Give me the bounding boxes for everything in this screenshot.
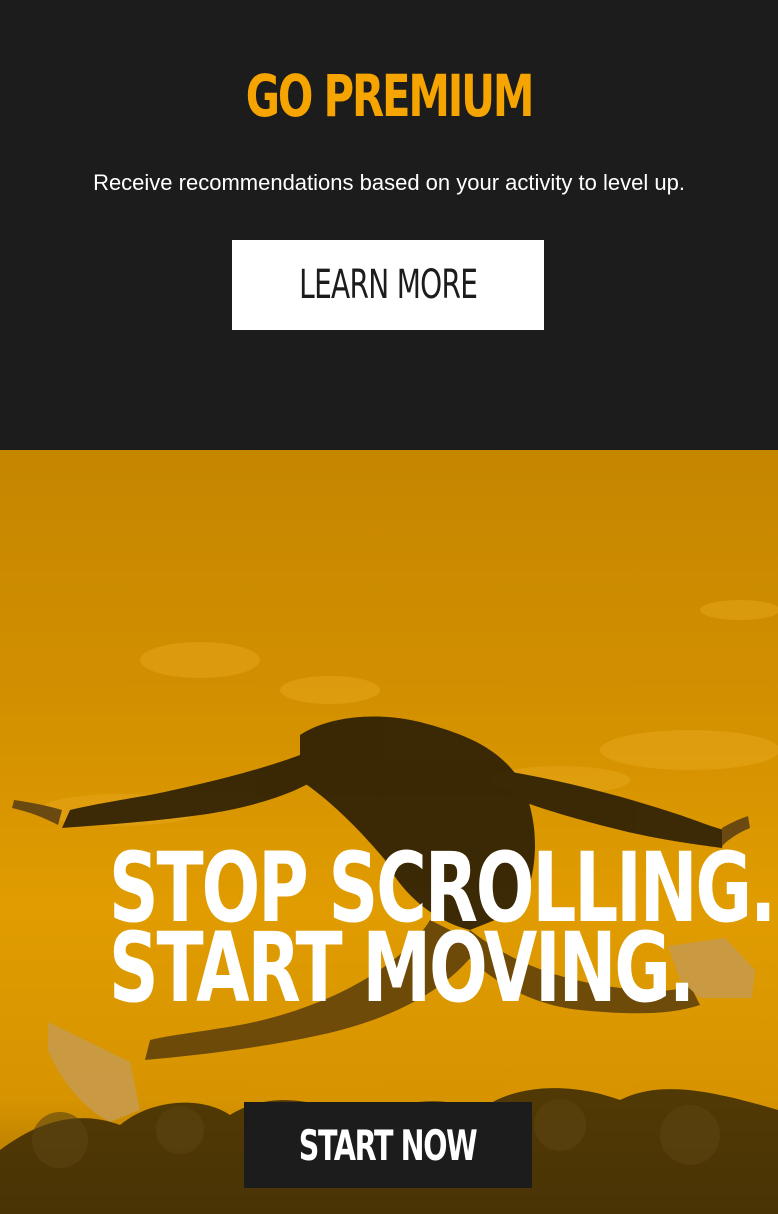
hero-headline: STOP SCROLLING. START MOVING. bbox=[0, 840, 778, 1024]
learn-more-label: LEARN MORE bbox=[298, 262, 478, 308]
start-now-label: START NOW bbox=[299, 1120, 478, 1170]
premium-section: GO PREMIUM Receive recommendations based… bbox=[0, 0, 778, 450]
headline-line-2: START MOVING. bbox=[108, 912, 695, 1024]
learn-more-button[interactable]: LEARN MORE bbox=[232, 240, 544, 330]
start-now-button[interactable]: START NOW bbox=[244, 1102, 532, 1188]
premium-title: GO PREMIUM bbox=[245, 62, 535, 130]
premium-description: Receive recommendations based on your ac… bbox=[93, 170, 685, 195]
hero-banner: STOP SCROLLING. START MOVING. START NOW bbox=[0, 450, 778, 1214]
